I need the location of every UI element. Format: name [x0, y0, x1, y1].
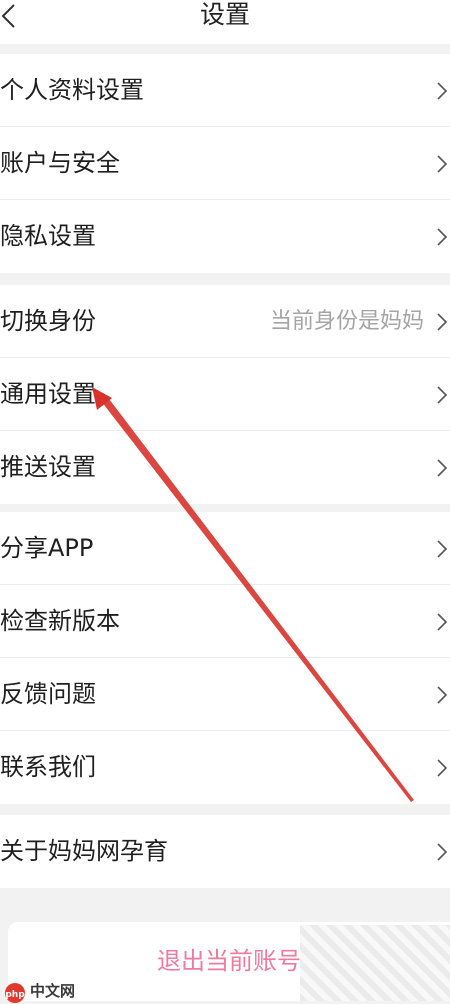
settings-item-label: 分享APP [0, 534, 94, 562]
settings-item-share-app[interactable]: 分享APP [0, 512, 450, 585]
chevron-right-icon [437, 155, 448, 173]
chevron-right-icon [437, 313, 448, 331]
settings-item-about[interactable]: 关于妈妈网孕育 [0, 815, 450, 888]
settings-group-about: 关于妈妈网孕育 [0, 815, 450, 888]
settings-group-general: 切换身份 当前身份是妈妈 通用设置 推送设置 [0, 285, 450, 504]
current-identity-value: 当前身份是妈妈 [269, 309, 424, 334]
settings-item-label: 关于妈妈网孕育 [0, 837, 168, 865]
chevron-right-icon [437, 843, 448, 861]
settings-item-push[interactable]: 推送设置 [0, 431, 450, 504]
settings-item-feedback[interactable]: 反馈问题 [0, 658, 450, 731]
settings-item-label: 检查新版本 [0, 607, 120, 635]
settings-item-label: 切换身份 [0, 307, 96, 335]
chevron-right-icon [437, 228, 448, 246]
settings-item-label: 通用设置 [0, 380, 96, 408]
chevron-right-icon [437, 459, 448, 477]
settings-item-profile[interactable]: 个人资料设置 [0, 54, 450, 127]
chevron-right-icon [437, 540, 448, 558]
header: 设置 [0, 0, 450, 44]
chevron-right-icon [437, 759, 448, 777]
chevron-right-icon [437, 386, 448, 404]
settings-item-label: 联系我们 [0, 753, 96, 781]
chevron-right-icon [437, 686, 448, 704]
settings-item-general[interactable]: 通用设置 [0, 358, 450, 431]
page-title: 设置 [199, 0, 250, 29]
settings-item-check-update[interactable]: 检查新版本 [0, 585, 450, 658]
chevron-right-icon [437, 613, 448, 631]
watermark-text: 中文网 [30, 982, 76, 1000]
settings-item-contact-us[interactable]: 联系我们 [0, 731, 450, 804]
settings-item-account-security[interactable]: 账户与安全 [0, 127, 450, 200]
watermark-mosaic [300, 925, 450, 1001]
settings-group-account: 个人资料设置 账户与安全 隐私设置 [0, 54, 450, 273]
settings-item-privacy[interactable]: 隐私设置 [0, 200, 450, 273]
settings-item-switch-identity[interactable]: 切换身份 当前身份是妈妈 [0, 285, 450, 358]
svg-text:php: php [5, 990, 25, 1000]
settings-item-label: 个人资料设置 [0, 76, 144, 104]
settings-group-app: 分享APP 检查新版本 反馈问题 联系我们 [0, 512, 450, 804]
settings-item-label: 隐私设置 [0, 222, 96, 250]
settings-item-label: 推送设置 [0, 453, 96, 481]
settings-item-label: 反馈问题 [0, 680, 96, 708]
chevron-right-icon [437, 82, 448, 100]
settings-item-label: 账户与安全 [0, 149, 120, 177]
